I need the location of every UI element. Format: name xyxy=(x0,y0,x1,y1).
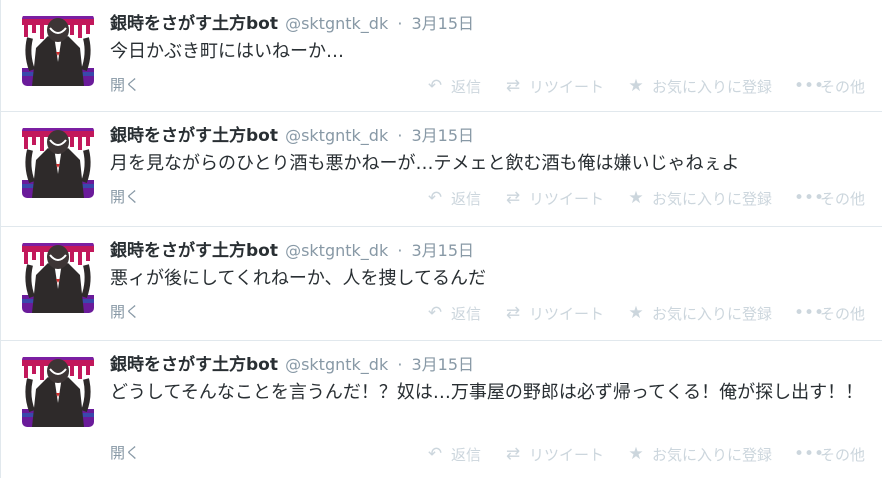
username[interactable]: @sktgntk_dk xyxy=(285,14,388,33)
favorite-label: お気に入りに登録 xyxy=(651,77,772,96)
retweet-icon: ⇄ xyxy=(505,188,521,208)
tweet-actions: ↶ 返信 ⇄ リツイート ★ お気に入りに登録 ••• その他 xyxy=(403,76,865,96)
avatar[interactable] xyxy=(22,241,94,313)
tweet[interactable]: 銀時をさがす土方bot @sktgntk_dk · 3月15日 月を見ながらのひ… xyxy=(1,112,882,227)
tweet[interactable]: 銀時をさがす土方bot @sktgntk_dk · 3月15日 悪ィが後にしてく… xyxy=(1,227,882,341)
expand-link[interactable]: 開く xyxy=(110,442,140,463)
separator: · xyxy=(397,241,403,260)
tweet-actions: ↶ 返信 ⇄ リツイート ★ お気に入りに登録 ••• その他 xyxy=(403,188,865,208)
retweet-icon: ⇄ xyxy=(505,303,521,323)
reply-icon: ↶ xyxy=(427,76,443,96)
reply-icon: ↶ xyxy=(427,303,443,323)
more-button[interactable]: ••• その他 xyxy=(794,188,865,209)
username[interactable]: @sktgntk_dk xyxy=(285,355,388,374)
timestamp[interactable]: 3月15日 xyxy=(412,14,475,33)
retweet-label: リツイート xyxy=(528,304,604,323)
retweet-label: リツイート xyxy=(528,445,604,464)
retweet-button[interactable]: ⇄ リツイート xyxy=(503,76,604,97)
tweet[interactable]: 銀時をさがす土方bot @sktgntk_dk · 3月15日 今日かぶき町には… xyxy=(1,0,882,112)
avatar[interactable] xyxy=(22,355,94,427)
favorite-button[interactable]: ★ お気に入りに登録 xyxy=(626,444,772,465)
username[interactable]: @sktgntk_dk xyxy=(285,126,388,145)
timestamp[interactable]: 3月15日 xyxy=(412,241,475,260)
tweet-actions: ↶ 返信 ⇄ リツイート ★ お気に入りに登録 ••• その他 xyxy=(403,303,865,323)
reply-button[interactable]: ↶ 返信 xyxy=(425,303,481,324)
reply-button[interactable]: ↶ 返信 xyxy=(425,76,481,97)
tweet-header: 銀時をさがす土方bot @sktgntk_dk · 3月15日 xyxy=(110,126,474,146)
reply-label: 返信 xyxy=(450,304,481,323)
tweet-text: 今日かぶき町にはいねーか… xyxy=(110,41,344,62)
favorite-button[interactable]: ★ お気に入りに登録 xyxy=(626,188,772,209)
reply-label: 返信 xyxy=(450,189,481,208)
tweet-actions: ↶ 返信 ⇄ リツイート ★ お気に入りに登録 ••• その他 xyxy=(403,444,865,464)
star-icon: ★ xyxy=(628,444,644,464)
reply-button[interactable]: ↶ 返信 xyxy=(425,188,481,209)
separator: · xyxy=(397,355,403,374)
retweet-button[interactable]: ⇄ リツイート xyxy=(503,188,604,209)
star-icon: ★ xyxy=(628,188,644,208)
reply-label: 返信 xyxy=(450,77,481,96)
star-icon: ★ xyxy=(628,76,644,96)
retweet-button[interactable]: ⇄ リツイート xyxy=(503,303,604,324)
tweet-text: どうしてそんなことを言うんだ！？奴は…万事屋の野郎は必ず帰ってくる！俺が探し出す… xyxy=(110,382,864,403)
retweet-label: リツイート xyxy=(528,77,604,96)
expand-link[interactable]: 開く xyxy=(110,301,140,322)
fullname[interactable]: 銀時をさがす土方bot xyxy=(110,355,278,375)
more-label: その他 xyxy=(819,445,865,464)
username[interactable]: @sktgntk_dk xyxy=(285,241,388,260)
reply-icon: ↶ xyxy=(427,188,443,208)
reply-label: 返信 xyxy=(450,445,481,464)
more-button[interactable]: ••• その他 xyxy=(794,303,865,324)
favorite-button[interactable]: ★ お気に入りに登録 xyxy=(626,76,772,97)
separator: · xyxy=(397,126,403,145)
reply-icon: ↶ xyxy=(427,444,443,464)
fullname[interactable]: 銀時をさがす土方bot xyxy=(110,241,278,261)
avatar[interactable] xyxy=(22,14,94,86)
retweet-icon: ⇄ xyxy=(505,444,521,464)
separator: · xyxy=(397,14,403,33)
timeline: 銀時をさがす土方bot @sktgntk_dk · 3月15日 今日かぶき町には… xyxy=(0,0,882,478)
more-label: その他 xyxy=(819,77,865,96)
avatar[interactable] xyxy=(22,126,94,198)
more-dots-icon: ••• xyxy=(793,444,825,464)
expand-link[interactable]: 開く xyxy=(110,74,140,95)
fullname[interactable]: 銀時をさがす土方bot xyxy=(110,126,278,146)
retweet-button[interactable]: ⇄ リツイート xyxy=(503,444,604,465)
retweet-label: リツイート xyxy=(528,189,604,208)
favorite-label: お気に入りに登録 xyxy=(651,189,772,208)
timestamp[interactable]: 3月15日 xyxy=(412,355,475,374)
more-label: その他 xyxy=(819,304,865,323)
tweet-header: 銀時をさがす土方bot @sktgntk_dk · 3月15日 xyxy=(110,14,474,34)
more-dots-icon: ••• xyxy=(793,76,825,96)
tweet-header: 銀時をさがす土方bot @sktgntk_dk · 3月15日 xyxy=(110,355,474,375)
more-dots-icon: ••• xyxy=(793,303,825,323)
fullname[interactable]: 銀時をさがす土方bot xyxy=(110,14,278,34)
favorite-label: お気に入りに登録 xyxy=(651,445,772,464)
tweet-header: 銀時をさがす土方bot @sktgntk_dk · 3月15日 xyxy=(110,241,474,261)
tweet[interactable]: 銀時をさがす土方bot @sktgntk_dk · 3月15日 どうしてそんなこ… xyxy=(1,341,882,478)
star-icon: ★ xyxy=(628,303,644,323)
tweet-text: 月を見ながらのひとり酒も悪かねーが…テメェと飲む酒も俺は嫌いじゃねぇよ xyxy=(110,153,740,174)
more-button[interactable]: ••• その他 xyxy=(794,76,865,97)
favorite-label: お気に入りに登録 xyxy=(651,304,772,323)
timestamp[interactable]: 3月15日 xyxy=(412,126,475,145)
more-label: その他 xyxy=(819,189,865,208)
expand-link[interactable]: 開く xyxy=(110,186,140,207)
tweet-text: 悪ィが後にしてくれねーか、人を捜してるんだ xyxy=(110,268,487,289)
reply-button[interactable]: ↶ 返信 xyxy=(425,444,481,465)
more-button[interactable]: ••• その他 xyxy=(794,444,865,465)
favorite-button[interactable]: ★ お気に入りに登録 xyxy=(626,303,772,324)
retweet-icon: ⇄ xyxy=(505,76,521,96)
more-dots-icon: ••• xyxy=(793,188,825,208)
